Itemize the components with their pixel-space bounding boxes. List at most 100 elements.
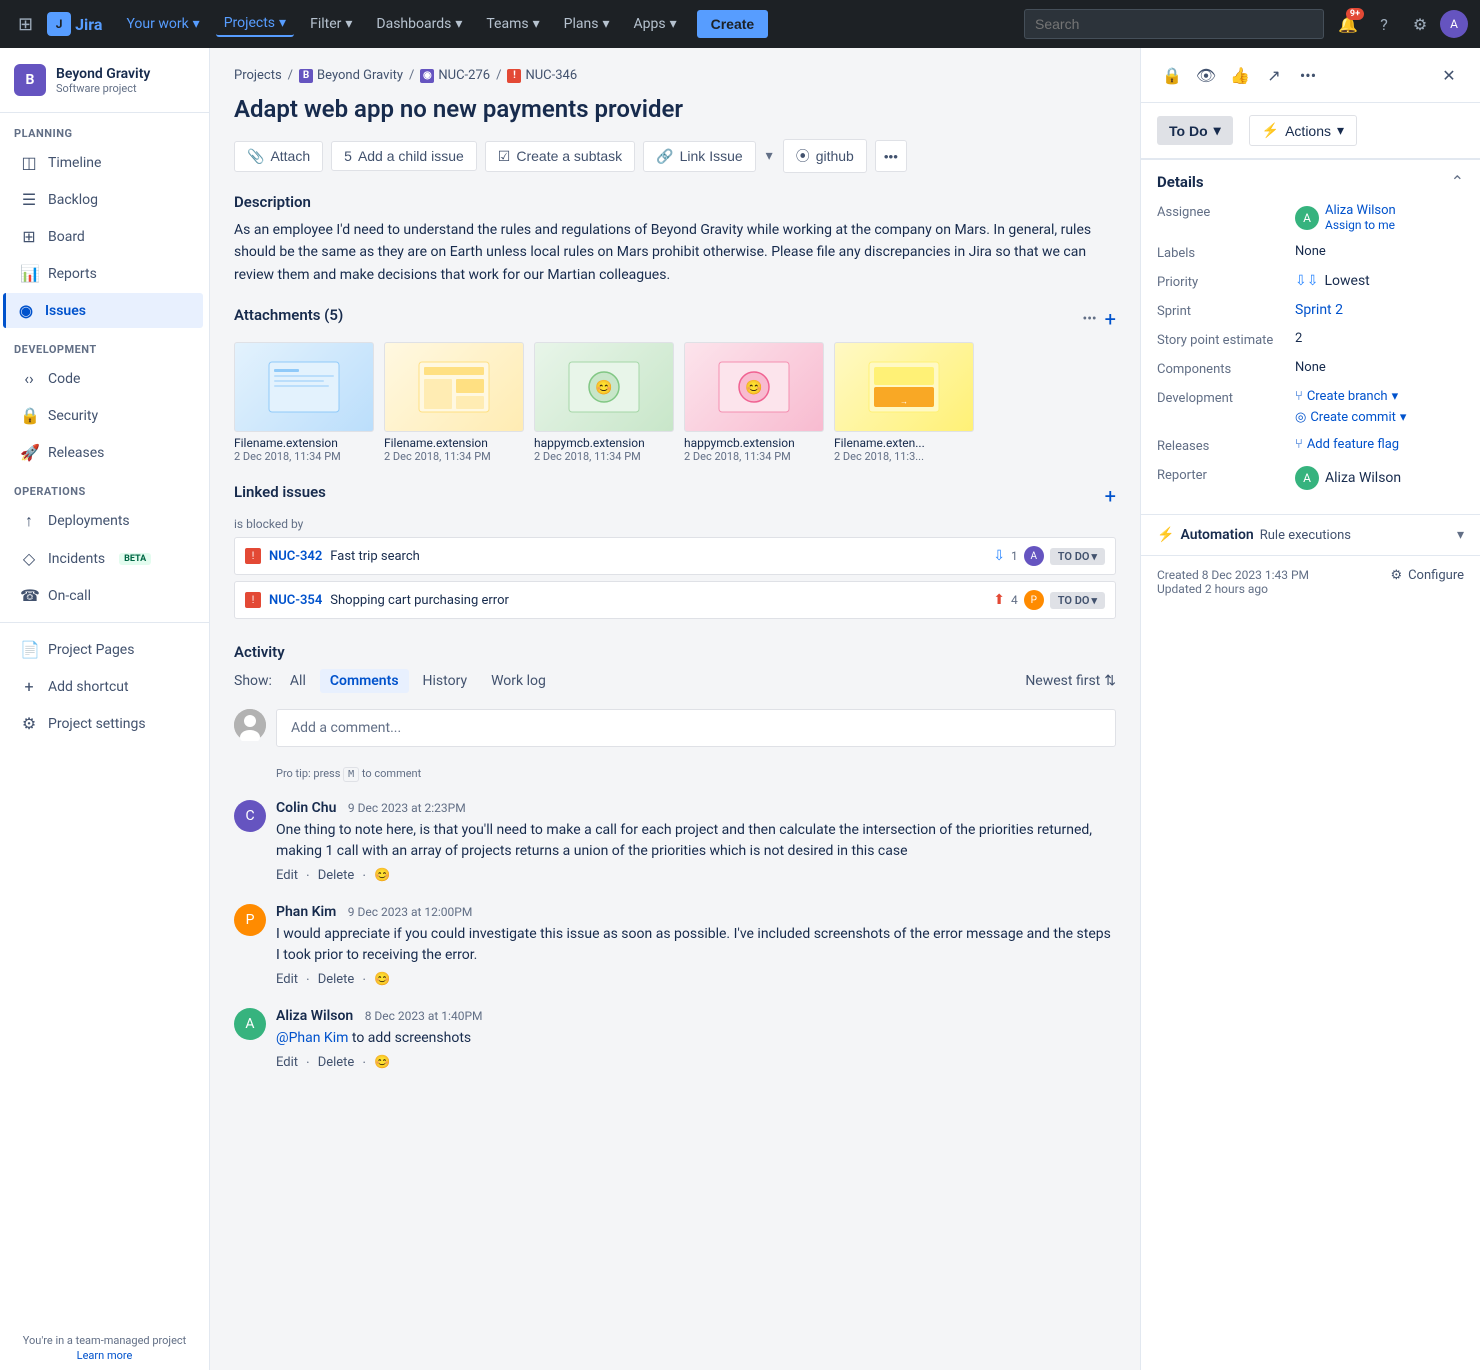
delete-comment-button[interactable]: Delete	[318, 868, 355, 884]
status-badge[interactable]: TO DO▾	[1050, 548, 1105, 565]
configure-button[interactable]: ⚙ Configure	[1390, 568, 1464, 583]
attachments-more-button[interactable]: •••	[1082, 311, 1096, 327]
search-input[interactable]	[1024, 9, 1324, 39]
edit-comment-button[interactable]: Edit	[276, 972, 298, 988]
help-button[interactable]: ?	[1368, 8, 1400, 40]
assign-to-me-link[interactable]: Assign to me	[1325, 218, 1396, 232]
nav-dashboards[interactable]: Dashboards▾	[368, 12, 470, 36]
tab-worklog[interactable]: Work log	[481, 669, 556, 693]
actions-button[interactable]: ⚡ Actions ▾	[1249, 115, 1357, 146]
sidebar-item-security[interactable]: 🔒Security	[6, 398, 203, 433]
sidebar-item-reports[interactable]: 📊Reports	[6, 256, 203, 291]
comment-avatar: A	[234, 1008, 266, 1040]
sidebar-item-backlog[interactable]: ☰Backlog	[6, 182, 203, 217]
sidebar-item-project-pages[interactable]: 📄Project Pages	[6, 632, 203, 667]
like-icon-button[interactable]: 👍	[1225, 60, 1255, 90]
attachment-name: Filename.exten...	[834, 436, 974, 450]
attachment-thumb[interactable]	[234, 342, 374, 432]
assignee-value: A Aliza Wilson Assign to me	[1295, 203, 1396, 232]
issue-key[interactable]: NUC-354	[269, 593, 322, 608]
github-button[interactable]: ⦿ github	[783, 139, 867, 173]
sidebar-item-releases[interactable]: 🚀Releases	[6, 435, 203, 470]
nav-plans[interactable]: Plans▾	[556, 12, 618, 36]
notification-badge: 9+	[1346, 8, 1364, 20]
add-feature-flag-button[interactable]: ⑂ Add feature flag	[1295, 437, 1399, 452]
assignee-name[interactable]: Aliza Wilson	[1325, 203, 1396, 218]
mention: @Phan Kim	[276, 1030, 348, 1046]
edit-comment-button[interactable]: Edit	[276, 868, 298, 884]
status-button[interactable]: To Do ▾	[1157, 116, 1233, 145]
breadcrumb-project-name[interactable]: Beyond Gravity	[317, 68, 403, 83]
create-button[interactable]: Create	[697, 10, 769, 38]
automation-header[interactable]: ⚡ Automation Rule executions ▾	[1157, 527, 1464, 543]
share-icon-button[interactable]: ↗	[1259, 60, 1289, 90]
jira-logo[interactable]: J Jira	[47, 12, 102, 36]
sidebar-item-incidents[interactable]: ◇ Incidents BETA	[6, 541, 203, 576]
breadcrumb-parent-key[interactable]: NUC-276	[438, 68, 490, 83]
edit-comment-button[interactable]: Edit	[276, 1055, 298, 1071]
project-type: Software project	[56, 82, 150, 95]
nav-projects[interactable]: Projects▾	[216, 11, 294, 37]
sidebar-item-code[interactable]: ‹›Code	[6, 361, 203, 396]
lock-icon-button[interactable]: 🔒	[1157, 60, 1187, 90]
learn-more-link[interactable]: Learn more	[14, 1349, 195, 1362]
watch-icon-button[interactable]: 👁	[1191, 60, 1221, 90]
react-button[interactable]: 😊	[374, 1055, 390, 1071]
react-button[interactable]: 😊	[374, 972, 390, 988]
breadcrumb-project[interactable]: B Beyond Gravity	[299, 68, 403, 83]
close-panel-button[interactable]: ✕	[1434, 60, 1464, 90]
sidebar-item-project-settings[interactable]: ⚙Project settings	[6, 706, 203, 741]
sprint-value[interactable]: Sprint 2	[1295, 302, 1343, 318]
notification-button[interactable]: 🔔9+	[1332, 8, 1364, 40]
attachments-add-button[interactable]: +	[1105, 307, 1116, 331]
details-toggle-button[interactable]: ⌃	[1451, 172, 1464, 191]
svg-text:😊: 😊	[595, 379, 612, 396]
nav-your-work[interactable]: Your work▾	[118, 12, 207, 36]
create-commit-button[interactable]: ◎ Create commit ▾	[1295, 410, 1406, 425]
current-breadcrumb-icon: !	[507, 69, 521, 83]
sidebar-item-board[interactable]: ⊞Board	[6, 219, 203, 254]
react-button[interactable]: 😊	[374, 868, 390, 884]
comment-input[interactable]: Add a comment...	[276, 709, 1116, 747]
tab-all[interactable]: All	[280, 669, 316, 693]
user-avatar[interactable]: A	[1440, 10, 1468, 38]
sidebar-item-issues[interactable]: ◉Issues	[3, 293, 203, 328]
breadcrumb-projects[interactable]: Projects	[234, 68, 282, 83]
rule-executions: Rule executions	[1260, 528, 1451, 543]
add-linked-issue-button[interactable]: +	[1105, 484, 1116, 508]
settings-button[interactable]: ⚙	[1404, 8, 1436, 40]
sidebar-item-deployments[interactable]: ↑Deployments	[6, 503, 203, 539]
grid-icon[interactable]: ⊞	[12, 8, 39, 41]
tab-history[interactable]: History	[413, 669, 478, 693]
add-child-issue-button[interactable]: 5 Add a child issue	[331, 141, 477, 171]
nav-filter[interactable]: Filter▾	[302, 12, 360, 36]
more-actions-button[interactable]: •••	[875, 140, 907, 172]
breadcrumb-parent[interactable]: ◉ NUC-276	[420, 68, 490, 83]
delete-comment-button[interactable]: Delete	[318, 972, 355, 988]
create-branch-button[interactable]: ⑂ Create branch ▾	[1295, 389, 1406, 404]
attach-button[interactable]: 📎 Attach	[234, 141, 323, 172]
attachment-thumb[interactable]	[384, 342, 524, 432]
sidebar-item-add-shortcut[interactable]: +Add shortcut	[6, 669, 203, 704]
development-row: Development ⑂ Create branch ▾ ◎ Create c…	[1157, 389, 1464, 425]
tab-comments[interactable]: Comments	[320, 669, 409, 693]
link-issue-button[interactable]: 🔗 Link Issue	[643, 141, 755, 172]
sidebar-item-oncall[interactable]: ☎On-call	[6, 578, 203, 613]
nav-teams[interactable]: Teams▾	[478, 12, 547, 36]
attachment-thumb[interactable]: 😊	[534, 342, 674, 432]
development-section-label: DEVELOPMENT	[0, 329, 209, 360]
nav-apps[interactable]: Apps▾	[625, 12, 684, 36]
status-badge[interactable]: TO DO▾	[1050, 592, 1105, 609]
newest-first-button[interactable]: Newest first ⇅	[1025, 673, 1116, 689]
toolbar-dropdown-arrow[interactable]: ▾	[766, 148, 773, 164]
more-icon-button[interactable]: •••	[1293, 60, 1323, 90]
delete-comment-button[interactable]: Delete	[318, 1055, 355, 1071]
issue-key[interactable]: NUC-342	[269, 549, 322, 564]
comment-body: Aliza Wilson 8 Dec 2023 at 1:40PM @Phan …	[276, 1008, 1116, 1071]
attachment-thumb[interactable]: 😊	[684, 342, 824, 432]
sidebar-footer-text: You're in a team-managed project	[14, 1334, 195, 1347]
sidebar-item-timeline[interactable]: ◫Timeline	[6, 145, 203, 180]
create-subtask-button[interactable]: ☑ Create a subtask	[485, 141, 635, 172]
attachment-thumb[interactable]: →	[834, 342, 974, 432]
development-label: Development	[1157, 389, 1287, 406]
